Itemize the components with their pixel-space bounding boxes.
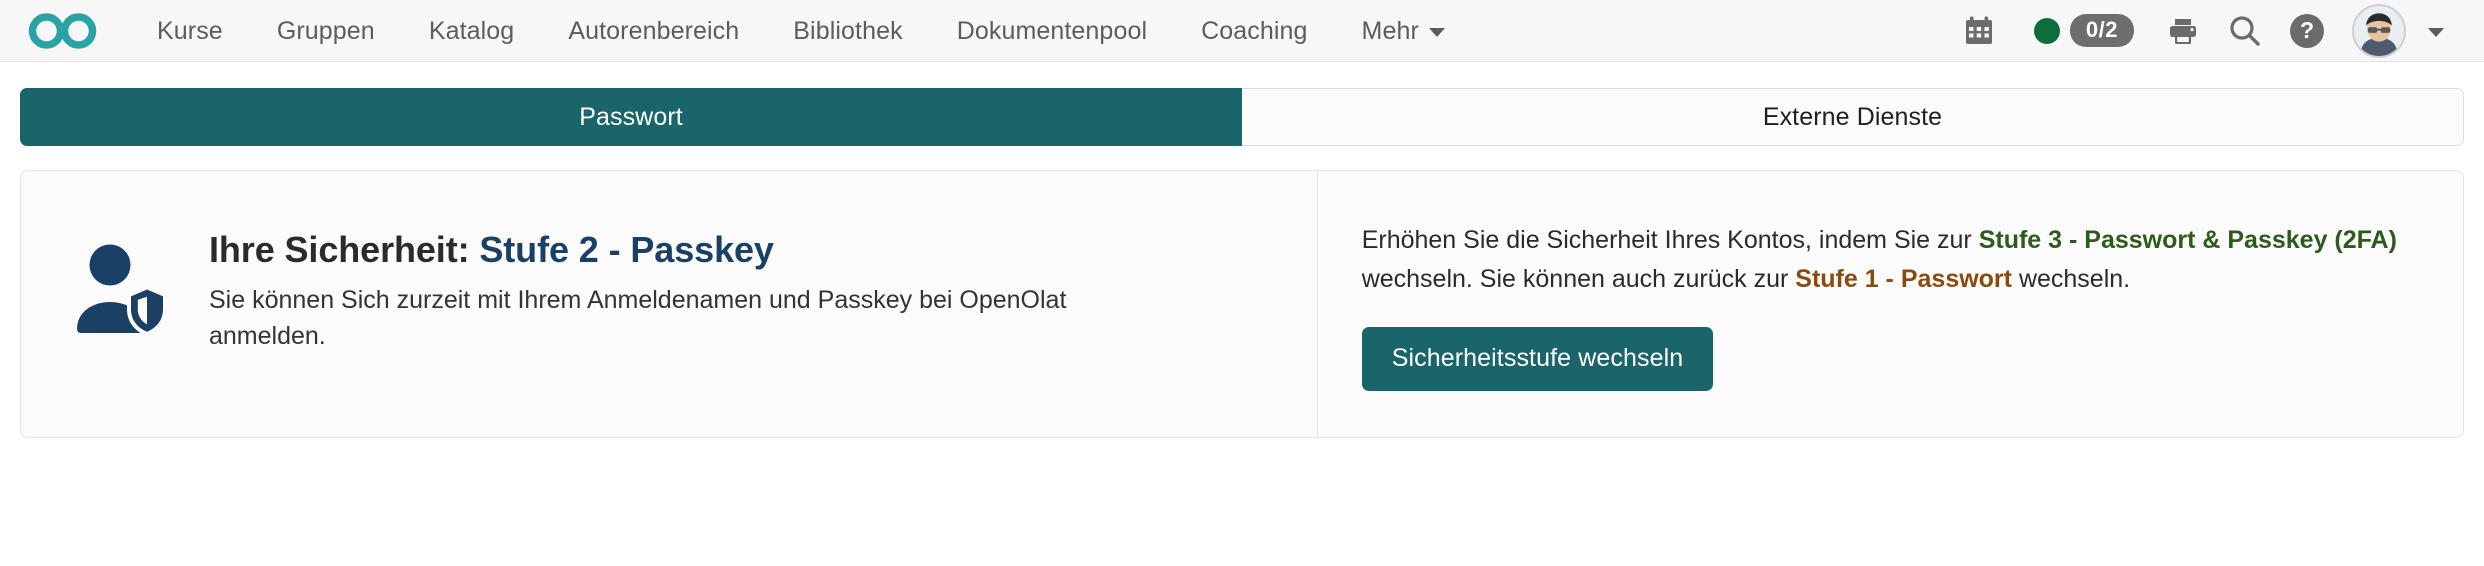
tab-passwort[interactable]: Passwort xyxy=(20,88,1242,146)
current-security-section: Ihre Sicherheit: Stufe 2 - Passkey Sie k… xyxy=(21,171,1318,437)
user-shield-icon xyxy=(69,237,173,341)
tab-externe-dienste-label: Externe Dienste xyxy=(1762,102,1943,131)
status-dot[interactable] xyxy=(2033,17,2060,44)
security-description: Sie können Sich zurzeit mit Ihrem Anmeld… xyxy=(209,286,1067,351)
top-header: Kurse Gruppen Katalog Autorenbereich Bib… xyxy=(0,0,2484,62)
nav-item-dokumentenpool[interactable]: Dokumentenpool xyxy=(930,0,1174,62)
nav-item-bibliothek[interactable]: Bibliothek xyxy=(766,0,929,62)
nav-item-coaching[interactable]: Coaching xyxy=(1174,0,1334,62)
security-heading-prefix: Ihre Sicherheit: xyxy=(209,229,480,270)
change-security-section: Erhöhen Sie die Sicherheit Ihres Kontos,… xyxy=(1318,171,2463,437)
change-text-part1: Erhöhen Sie die Sicherheit Ihres Kontos,… xyxy=(1361,226,1979,254)
chevron-down-icon xyxy=(1428,28,1445,37)
content-area: Ihre Sicherheit: Stufe 2 - Passkey Sie k… xyxy=(0,146,2484,438)
tab-passwort-label: Passwort xyxy=(579,102,683,131)
openolat-infinity-logo[interactable] xyxy=(26,9,102,53)
notification-count-badge[interactable]: 0/2 xyxy=(2069,14,2134,47)
printer-icon[interactable] xyxy=(2152,0,2214,62)
current-security-text: Ihre Sicherheit: Stufe 2 - Passkey Sie k… xyxy=(209,223,1169,355)
nav-item-katalog[interactable]: Katalog xyxy=(402,0,542,62)
calendar-icon[interactable] xyxy=(1948,0,2010,62)
security-tabs: Passwort Externe Dienste xyxy=(20,88,2464,146)
nav-item-autorenbereich[interactable]: Autorenbereich xyxy=(541,0,766,62)
nav-item-gruppen[interactable]: Gruppen xyxy=(250,0,402,62)
security-level-panel: Ihre Sicherheit: Stufe 2 - Passkey Sie k… xyxy=(20,170,2464,438)
change-text-part3: wechseln. xyxy=(2012,264,2131,293)
avatar[interactable] xyxy=(2352,3,2406,58)
help-icon-glyph: ? xyxy=(2290,13,2324,48)
tab-externe-dienste[interactable]: Externe Dienste xyxy=(1242,88,2464,146)
change-security-level-button[interactable]: Sicherheitsstufe wechseln xyxy=(1361,326,1714,391)
change-text-part2: wechseln. Sie können auch zurück zur xyxy=(1361,264,1796,293)
avatar-chevron-down-icon[interactable] xyxy=(2428,28,2444,37)
search-icon[interactable] xyxy=(2214,0,2276,62)
header-tools: 0/2 ? xyxy=(1948,0,2452,62)
nav-item-mehr[interactable]: Mehr xyxy=(1335,0,1472,62)
nav-item-kurse[interactable]: Kurse xyxy=(130,0,250,62)
level3-link[interactable]: Stufe 3 - Passwort & Passkey (2FA) xyxy=(1979,226,2397,254)
security-heading-level: Stufe 2 - Passkey xyxy=(479,229,774,270)
tabs-area: Passwort Externe Dienste xyxy=(0,62,2484,146)
nav-item-mehr-label: Mehr xyxy=(1361,16,1419,45)
level1-link[interactable]: Stufe 1 - Passwort xyxy=(1795,265,2012,293)
help-icon[interactable]: ? xyxy=(2276,0,2338,62)
security-heading: Ihre Sicherheit: Stufe 2 - Passkey xyxy=(209,227,1169,272)
change-security-text: Erhöhen Sie die Sicherheit Ihres Kontos,… xyxy=(1362,221,2415,299)
main-navigation: Kurse Gruppen Katalog Autorenbereich Bib… xyxy=(130,0,1472,61)
